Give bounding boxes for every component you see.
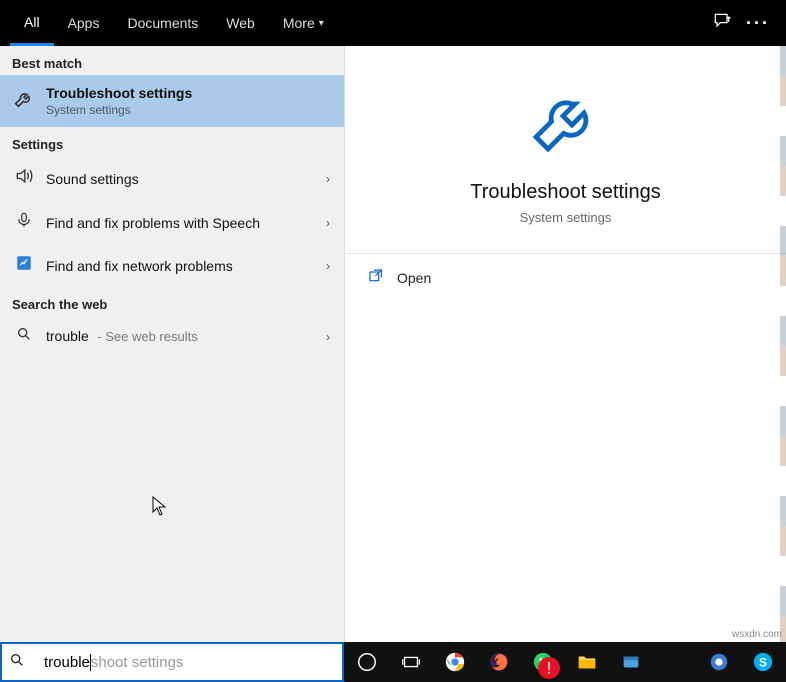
wrench-icon [345,86,786,163]
open-icon [365,268,387,287]
search-icon [2,652,33,672]
taskbar-file-explorer-icon[interactable] [570,645,604,679]
result-title: Troubleshoot settings [46,85,192,101]
svg-text:!: ! [547,660,552,678]
network-icon [12,254,36,277]
web-query: trouble [46,328,89,344]
action-open-label: Open [397,270,431,286]
watermark: wsxdn.com [732,629,782,640]
result-web-search[interactable]: trouble - See web results › [0,316,344,357]
search-box[interactable]: troubleshoot settings [0,642,344,682]
svg-text:S: S [759,656,767,670]
search-filter-tabs: All Apps Documents Web More ▾ ··· [0,0,786,46]
chevron-right-icon: › [326,330,330,344]
wrench-icon [12,88,36,115]
chevron-right-icon: › [326,172,330,186]
result-title: Sound settings [46,171,139,187]
taskbar: ! S [344,642,786,682]
chevron-down-icon: ▾ [319,18,324,29]
microphone-icon [12,211,36,234]
section-best-match: Best match [0,46,344,75]
detail-title: Troubleshoot settings [345,181,786,204]
taskbar-cortana-icon[interactable] [350,645,384,679]
taskbar-whatsapp-icon[interactable]: ! [526,645,560,679]
results-panel: Best match Troubleshoot settings System … [0,46,344,642]
feedback-icon[interactable] [704,11,740,36]
taskbar-chrome-icon[interactable] [438,645,472,679]
chevron-right-icon: › [326,216,330,230]
section-settings: Settings [0,127,344,156]
result-speech-troubleshoot[interactable]: Find and fix problems with Speech › [0,201,344,244]
taskbar-firefox-icon[interactable] [482,645,516,679]
detail-panel: Troubleshoot settings System settings Op… [344,46,786,642]
web-hint: - See web results [97,329,197,344]
tab-web[interactable]: Web [212,0,269,46]
result-sound-settings[interactable]: Sound settings › [0,156,344,201]
background-window-edge [780,46,786,642]
search-input[interactable] [33,654,342,671]
taskbar-taskview-icon[interactable] [394,645,428,679]
taskbar-skype-icon[interactable]: S [746,645,780,679]
sound-icon [12,166,36,191]
tab-all[interactable]: All [10,0,54,46]
result-title: Find and fix network problems [46,258,233,274]
cursor-icon [152,496,168,521]
search-icon [12,326,36,347]
taskbar-app-icon[interactable] [614,645,648,679]
result-best-match[interactable]: Troubleshoot settings System settings [0,75,344,127]
taskbar-tray-icon-1[interactable] [702,645,736,679]
result-subtitle: System settings [46,103,192,117]
result-network-troubleshoot[interactable]: Find and fix network problems › [0,244,344,287]
tab-apps[interactable]: Apps [54,0,114,46]
tab-more[interactable]: More ▾ [269,0,338,46]
action-open[interactable]: Open [345,254,786,301]
tab-documents[interactable]: Documents [113,0,212,46]
detail-subtitle: System settings [345,210,786,225]
result-title: Find and fix problems with Speech [46,215,260,231]
more-options-icon[interactable]: ··· [740,13,776,34]
tab-more-label: More [283,15,315,31]
section-search-web: Search the web [0,287,344,316]
chevron-right-icon: › [326,259,330,273]
